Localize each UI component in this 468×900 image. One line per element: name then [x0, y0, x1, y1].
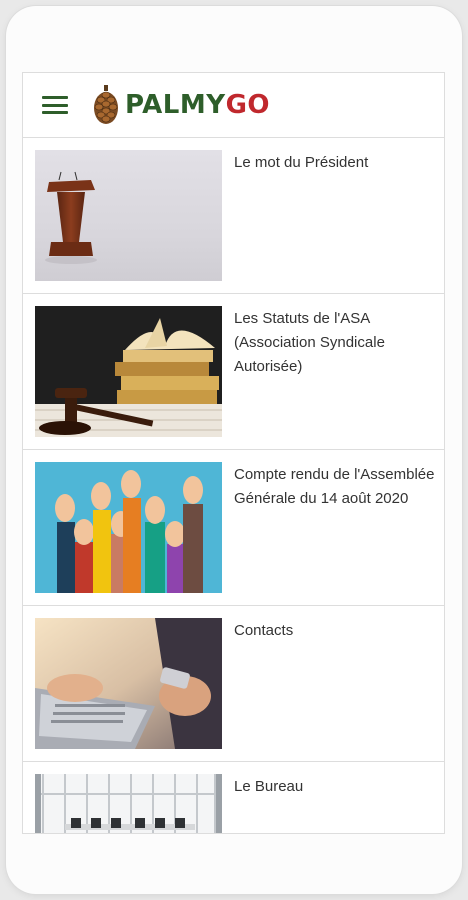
gavel-books-thumbnail	[35, 306, 222, 437]
hamburger-menu-icon[interactable]	[42, 96, 68, 114]
article-list: Le mot du Président Les Statuts de l'ASA…	[23, 138, 444, 833]
brand-name-part2: GO	[225, 90, 271, 120]
list-item-compte-rendu[interactable]: Compte rendu de l'Assemblée Générale du …	[23, 450, 444, 606]
app-header: PALMYGO	[23, 73, 444, 138]
brand-name-part1: PALMY	[125, 90, 226, 120]
brand-wordmark: PALMYGO	[125, 90, 270, 120]
conference-room-thumbnail	[35, 774, 222, 833]
list-item-statuts[interactable]: Les Statuts de l'ASA (Association Syndic…	[23, 294, 444, 450]
list-item-bureau[interactable]: Le Bureau	[23, 762, 444, 833]
list-item-title: Les Statuts de l'ASA (Association Syndic…	[234, 310, 385, 375]
app-screen: PALMYGO Le mot du Président Les Statuts …	[22, 72, 445, 834]
list-item-title: Le Bureau	[234, 778, 304, 795]
raised-hands-thumbnail	[35, 462, 222, 593]
podium-thumbnail	[35, 150, 222, 281]
list-item-president[interactable]: Le mot du Président	[23, 138, 444, 294]
list-item-contacts[interactable]: Contacts	[23, 606, 444, 762]
brand-logo[interactable]: PALMYGO	[93, 85, 270, 125]
list-item-title: Contacts	[234, 622, 294, 639]
pinecone-logo-icon	[94, 85, 118, 124]
device-frame: PALMYGO Le mot du Président Les Statuts …	[6, 6, 462, 894]
laptop-phone-thumbnail	[35, 618, 222, 749]
list-item-title: Le mot du Président	[234, 154, 369, 171]
list-item-title: Compte rendu de l'Assemblée Générale du …	[234, 466, 435, 507]
